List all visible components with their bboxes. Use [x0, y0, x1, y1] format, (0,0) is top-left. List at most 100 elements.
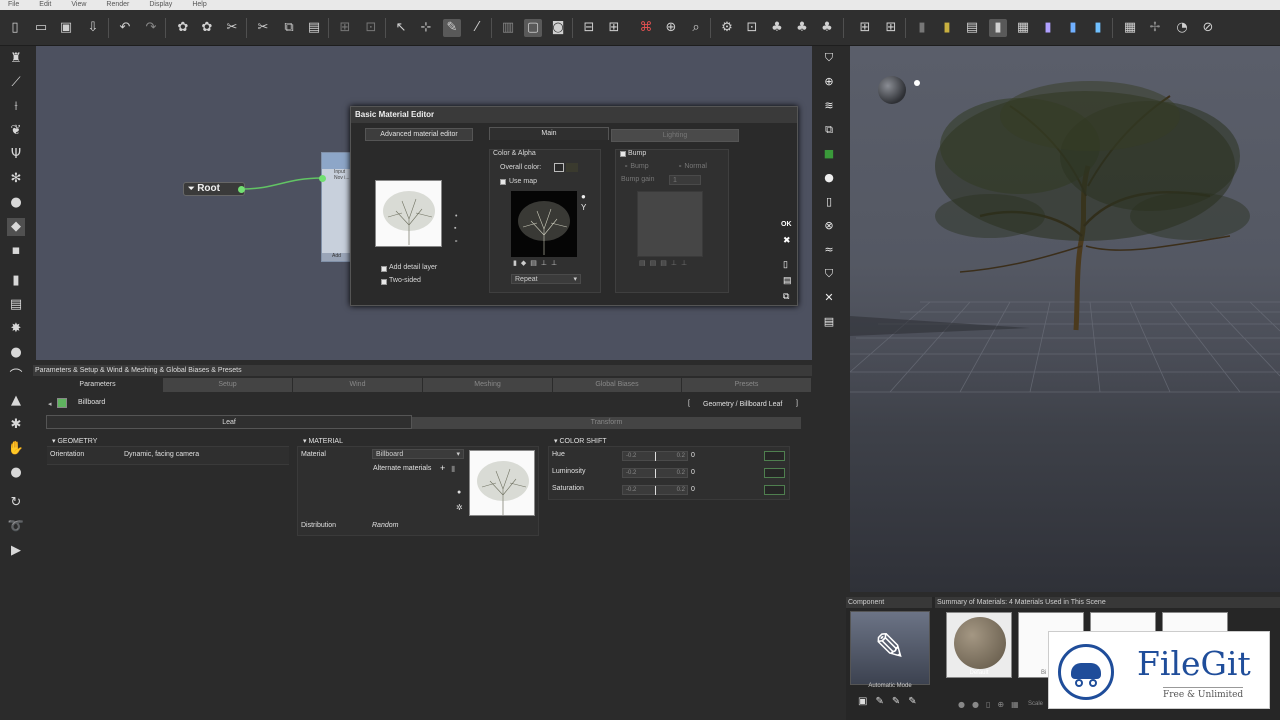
tab-setup[interactable]: Setup	[163, 378, 293, 392]
geometry-header[interactable]: ▾ GEOMETRY	[52, 437, 97, 445]
paste-icon[interactable]: ▤	[305, 19, 323, 37]
distribution-value[interactable]: Random	[372, 522, 398, 529]
twig-icon[interactable]: ⟊	[7, 98, 25, 116]
root-node[interactable]: ⏷ Root	[183, 182, 245, 196]
menu-help[interactable]: Help	[192, 0, 206, 10]
tree-copy-icon[interactable]: ✿	[198, 19, 216, 37]
material-fx-icon[interactable]: ✲	[456, 503, 463, 512]
cylinder-yellow-icon[interactable]: ▮	[938, 19, 956, 37]
tab-meshing[interactable]: Meshing	[423, 378, 553, 392]
bump-checkbox[interactable]	[620, 151, 626, 157]
luminosity-range[interactable]: -0.2 0.2	[622, 468, 688, 478]
menu-edit[interactable]: Edit	[39, 0, 51, 10]
cylinder-purple-icon[interactable]: ▮	[1039, 19, 1057, 37]
gauge-icon[interactable]: ◔	[1173, 19, 1191, 37]
cycle-icon[interactable]: ⊘	[1199, 19, 1217, 37]
open-file-icon[interactable]: ▭	[32, 19, 50, 37]
bump-map-placeholder[interactable]	[637, 191, 703, 257]
component-preview[interactable]: ✎	[850, 611, 930, 685]
cylinder-light-icon[interactable]: ▮	[1089, 19, 1107, 37]
subtab-leaf[interactable]: Leaf	[46, 415, 412, 429]
browse-icon[interactable]: ▤	[783, 275, 792, 286]
hand-icon[interactable]: ✋	[7, 440, 25, 458]
sphere-view-icon[interactable]: ●	[821, 170, 837, 186]
color-map-image[interactable]	[511, 191, 577, 257]
grid-icon[interactable]: ▦	[1121, 19, 1139, 37]
mask-icon[interactable]: ⛉	[821, 266, 837, 282]
window-icon[interactable]: ▢	[524, 19, 542, 37]
curve-icon[interactable]: ⌒	[7, 368, 25, 386]
lock-icon[interactable]: ▪	[454, 225, 456, 232]
collapse-arrow-icon[interactable]: ◂	[48, 400, 52, 408]
cylinder-white-icon[interactable]: ▮	[989, 19, 1007, 37]
cylinder-grid-icon[interactable]: ▦	[1014, 19, 1032, 37]
clock-icon[interactable]: ⊗	[821, 218, 837, 234]
map-filter-icon[interactable]: Y	[581, 203, 586, 212]
add-alternate-icon[interactable]: +	[440, 463, 445, 473]
material-pin-icon[interactable]: ●	[457, 489, 461, 496]
overall-color-swatch[interactable]	[554, 163, 564, 172]
spiral-icon[interactable]: ➰	[7, 518, 25, 536]
two-sided-checkbox[interactable]	[381, 279, 387, 285]
color-icon[interactable]: ■	[821, 146, 837, 162]
material-header[interactable]: ▾ MATERIAL	[303, 437, 343, 445]
map-dot-icon[interactable]: ●	[581, 192, 586, 201]
leaf-mesh-icon[interactable]: ✻	[7, 170, 25, 188]
wave-icon[interactable]: ≋	[821, 98, 837, 114]
import-icon[interactable]: ⇩	[84, 19, 102, 37]
3d-viewport[interactable]	[850, 46, 1280, 592]
ok-button[interactable]: OK	[781, 221, 792, 228]
shield-icon[interactable]: ⛉	[821, 50, 837, 66]
bump-radio[interactable]: ∘ Bump	[624, 162, 649, 170]
tree-lod-icon[interactable]: ♣	[793, 19, 811, 37]
root-output-port[interactable]	[238, 186, 245, 193]
leaf-drop-icon[interactable]: ◆	[7, 218, 25, 236]
layers-view-icon[interactable]: ⧉	[821, 122, 837, 138]
new-file-icon[interactable]: ▯	[6, 19, 24, 37]
fan-icon[interactable]: ✢	[1146, 19, 1164, 37]
use-map-checkbox[interactable]	[500, 179, 506, 185]
wind-icon[interactable]: ⌘	[637, 19, 655, 37]
copy-material-icon[interactable]: ⧉	[783, 291, 789, 302]
leaf-view-icon[interactable]: ⊕	[662, 19, 680, 37]
bump-gain-input[interactable]: 1	[669, 175, 701, 185]
tree-delete-icon[interactable]: ✂	[223, 19, 241, 37]
rotate-icon[interactable]: ↻	[7, 494, 25, 512]
branch-icon[interactable]: ⟋	[7, 74, 25, 92]
tab-wind[interactable]: Wind	[293, 378, 423, 392]
play-icon[interactable]: ▶	[7, 542, 25, 560]
spiky-icon[interactable]: ✸	[7, 320, 25, 338]
cross-icon[interactable]: ✕	[821, 290, 837, 306]
stack-can-icon[interactable]: ▤	[7, 296, 25, 314]
material-tools-icon[interactable]: ●●▯⊕▦	[958, 700, 1026, 709]
display-icon[interactable]: ⚙	[718, 19, 736, 37]
pencil-icon[interactable]: ✎	[443, 19, 461, 37]
add-detail-layer-checkbox[interactable]	[381, 266, 387, 272]
cylinder-blue-icon[interactable]: ▮	[1064, 19, 1082, 37]
bump-tools-icon[interactable]: ▤▤▤⊥⊥	[639, 259, 691, 267]
material-default-thumb[interactable]: Default	[946, 612, 1012, 678]
fork-icon[interactable]: Ψ	[7, 146, 25, 164]
saturation-color-swatch[interactable]	[764, 485, 785, 495]
map-tools-icon[interactable]: ▮◆▤⊥⊥	[513, 259, 561, 267]
hue-range[interactable]: -0.2 0.2	[622, 451, 688, 461]
component-tools-icon[interactable]: ▣✎✎✎	[858, 696, 925, 707]
file-icon[interactable]: ▯	[783, 259, 788, 270]
subtab-transform[interactable]: Transform	[412, 417, 802, 429]
egg-icon[interactable]: ●	[7, 344, 25, 362]
pin-icon[interactable]: •	[455, 213, 457, 220]
grid-view-icon[interactable]: ⊟	[580, 19, 598, 37]
move-icon[interactable]: ⊹	[417, 19, 435, 37]
copy-icon[interactable]: ⧉	[280, 19, 298, 37]
stack-icon[interactable]: ⊞	[605, 19, 623, 37]
tab-parameters[interactable]: Parameters	[33, 378, 163, 392]
page-icon[interactable]: ▯	[821, 194, 837, 210]
eye-icon[interactable]: ∘	[454, 237, 458, 245]
tree-wind-icon[interactable]: ♣	[818, 19, 836, 37]
normal-radio[interactable]: ∘ Normal	[678, 162, 707, 170]
tab-lighting[interactable]: Lighting	[611, 129, 739, 142]
tree-shaded-icon[interactable]: ♣	[768, 19, 786, 37]
menu-view[interactable]: View	[71, 0, 86, 10]
undo-icon[interactable]: ↶	[116, 19, 134, 37]
cone-icon[interactable]: ▲	[7, 392, 25, 410]
